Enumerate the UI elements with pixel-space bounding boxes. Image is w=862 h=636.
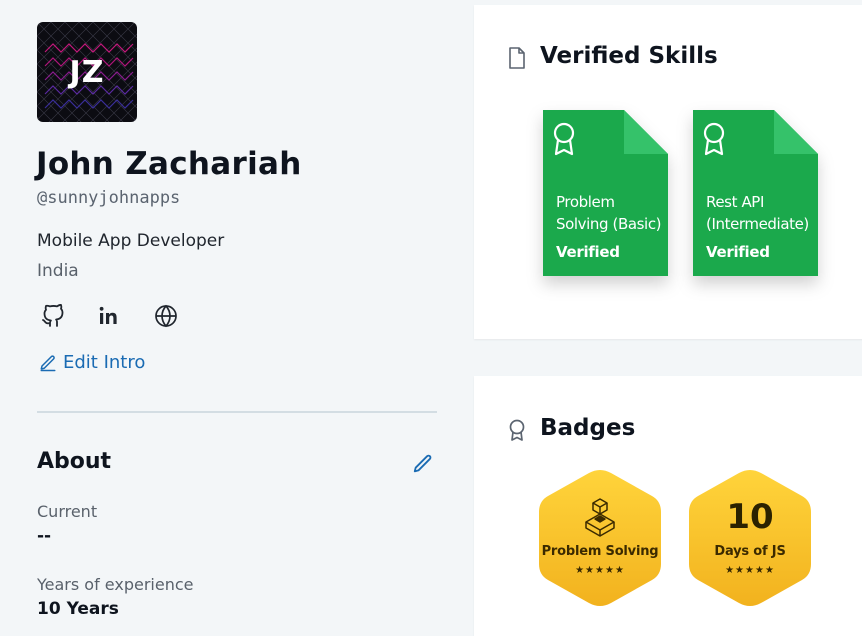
edit-intro-label: Edit Intro: [63, 352, 146, 373]
divider: [37, 411, 437, 413]
document-icon: [509, 47, 525, 69]
website-link[interactable]: [152, 302, 180, 330]
badge-title: Days of JS: [714, 544, 786, 559]
skill-certificate[interactable]: Problem Solving (Basic) Verified: [543, 110, 668, 276]
badge-number: 10: [726, 497, 774, 537]
skill-name: Problem Solving (Basic): [556, 193, 662, 233]
badges-card: Badges Problem Solving ★★★★★ 10 Days of …: [474, 376, 862, 636]
profile-role: Mobile App Developer: [37, 231, 225, 251]
pencil-icon: [40, 354, 56, 371]
skill-status: Verified: [556, 243, 620, 261]
about-edit-button[interactable]: [412, 453, 436, 477]
badge-stars: ★★★★★: [725, 565, 775, 576]
globe-icon: [155, 304, 177, 328]
verified-skills-title: Verified Skills: [540, 43, 718, 69]
badge-days-of-js[interactable]: 10 Days of JS ★★★★★: [687, 469, 813, 607]
award-icon: [509, 419, 525, 441]
hexagon-shape: [539, 470, 661, 606]
avatar-initials: JZ: [69, 54, 105, 90]
experience-value: 10 Years: [37, 599, 119, 619]
skill-status: Verified: [706, 243, 770, 261]
verified-skills-card: Verified Skills Problem Solving (Basic) …: [474, 5, 862, 339]
profile-panel: JZ John Zachariah @sunnyjohnapps Mobile …: [0, 0, 460, 636]
skill-certificate[interactable]: Rest API (Intermediate) Verified: [693, 110, 818, 276]
badge-problem-solving[interactable]: Problem Solving ★★★★★: [537, 469, 663, 607]
skill-name: Rest API (Intermediate): [706, 193, 809, 233]
ribbon-icon: [703, 122, 725, 156]
current-value: --: [37, 526, 52, 546]
linkedin-link[interactable]: [95, 302, 123, 330]
avatar: JZ: [37, 22, 137, 122]
experience-label: Years of experience: [37, 575, 194, 594]
cube-stack-icon: [585, 498, 615, 537]
github-link[interactable]: [39, 302, 67, 330]
about-title: About: [37, 449, 112, 474]
current-label: Current: [37, 502, 98, 521]
profile-country: India: [37, 261, 79, 281]
badge-title: Problem Solving: [541, 544, 659, 559]
badges-title: Badges: [540, 415, 636, 441]
edit-intro-button[interactable]: Edit Intro: [39, 352, 145, 373]
hexagon-shape: [689, 470, 811, 606]
profile-name: John Zachariah: [36, 146, 302, 182]
ribbon-icon: [553, 122, 575, 156]
badge-stars: ★★★★★: [575, 565, 625, 576]
linkedin-icon: [99, 306, 117, 324]
pencil-icon: [413, 454, 432, 473]
github-icon: [42, 304, 64, 327]
profile-handle: @sunnyjohnapps: [37, 188, 181, 208]
